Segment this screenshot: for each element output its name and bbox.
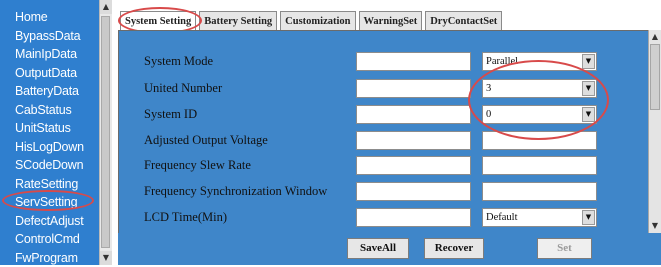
tab-battery-setting[interactable]: Battery Setting xyxy=(199,11,277,31)
panel-scroll-thumb[interactable] xyxy=(650,44,660,110)
set-button[interactable]: Set xyxy=(537,238,592,259)
nav-item-battery-data[interactable]: BatteryData xyxy=(0,82,98,101)
setting-row-frequency-sync-window: Frequency Synchronization Window xyxy=(119,182,649,202)
down-arrow-icon[interactable]: ▼ xyxy=(649,219,661,232)
setting-label: Adjusted Output Voltage xyxy=(144,133,268,148)
lcd-time-value-field[interactable] xyxy=(356,208,471,227)
setting-label: Frequency Synchronization Window xyxy=(144,184,327,199)
setting-label: System Mode xyxy=(144,54,213,69)
frequency-slew-rate-input[interactable] xyxy=(482,156,597,175)
chevron-down-icon[interactable]: ▼ xyxy=(582,210,595,225)
save-all-button[interactable]: SaveAll xyxy=(347,238,409,259)
system-mode-value-field[interactable] xyxy=(356,52,471,71)
system-id-value-field[interactable] xyxy=(356,105,471,124)
serv-setting-highlight-circle xyxy=(2,190,94,211)
nav-list: Home BypassData MainIpData OutputData Ba… xyxy=(0,8,98,267)
nav-item-control-cmd[interactable]: ControlCmd xyxy=(0,230,98,249)
adjusted-output-voltage-value-field[interactable] xyxy=(356,131,471,150)
lcd-time-select[interactable]: Default ▼ xyxy=(482,208,597,227)
tab-dry-contact-set[interactable]: DryContactSet xyxy=(425,11,502,31)
nav-item-cab-status[interactable]: CabStatus xyxy=(0,101,98,120)
dropdown-group-highlight-circle xyxy=(468,60,609,140)
left-navigation: Home BypassData MainIpData OutputData Ba… xyxy=(0,0,112,265)
recover-button[interactable]: Recover xyxy=(424,238,484,259)
up-arrow-icon[interactable]: ▲ xyxy=(649,30,661,43)
panel-scrollbar[interactable]: ▲ ▼ xyxy=(648,30,661,233)
tab-warning-set[interactable]: WarningSet xyxy=(359,11,423,31)
nav-item-unit-status[interactable]: UnitStatus xyxy=(0,119,98,138)
setting-label: United Number xyxy=(144,81,222,96)
setting-label: Frequency Slew Rate xyxy=(144,158,251,173)
nav-item-defect-adjust[interactable]: DefectAdjust xyxy=(0,212,98,231)
setting-row-frequency-slew-rate: Frequency Slew Rate xyxy=(119,156,649,176)
setting-row-lcd-time: LCD Time(Min) Default ▼ xyxy=(119,208,649,228)
frequency-sync-window-value-field[interactable] xyxy=(356,182,471,201)
frequency-sync-window-input[interactable] xyxy=(482,182,597,201)
nav-item-scode-down[interactable]: SCodeDown xyxy=(0,156,98,175)
nav-item-bypass-data[interactable]: BypassData xyxy=(0,27,98,46)
setting-label: System ID xyxy=(144,107,197,122)
nav-item-home[interactable]: Home xyxy=(0,8,98,27)
button-bar: SaveAll Recover Set xyxy=(118,233,661,265)
down-arrow-icon[interactable]: ▼ xyxy=(100,251,112,265)
nav-item-fw-program[interactable]: FwProgram xyxy=(0,249,98,267)
nav-item-main-ip-data[interactable]: MainIpData xyxy=(0,45,98,64)
nav-scroll-thumb[interactable] xyxy=(101,16,110,248)
nav-item-output-data[interactable]: OutputData xyxy=(0,64,98,83)
frequency-slew-rate-value-field[interactable] xyxy=(356,156,471,175)
setting-label: LCD Time(Min) xyxy=(144,210,227,225)
united-number-value-field[interactable] xyxy=(356,79,471,98)
chevron-down-icon[interactable]: ▼ xyxy=(582,54,595,69)
tab-customization[interactable]: Customization xyxy=(280,11,355,31)
nav-scrollbar[interactable]: ▲ ▼ xyxy=(99,0,112,265)
nav-item-his-log-down[interactable]: HisLogDown xyxy=(0,138,98,157)
up-arrow-icon[interactable]: ▲ xyxy=(100,0,112,14)
select-value: Default xyxy=(486,212,518,223)
